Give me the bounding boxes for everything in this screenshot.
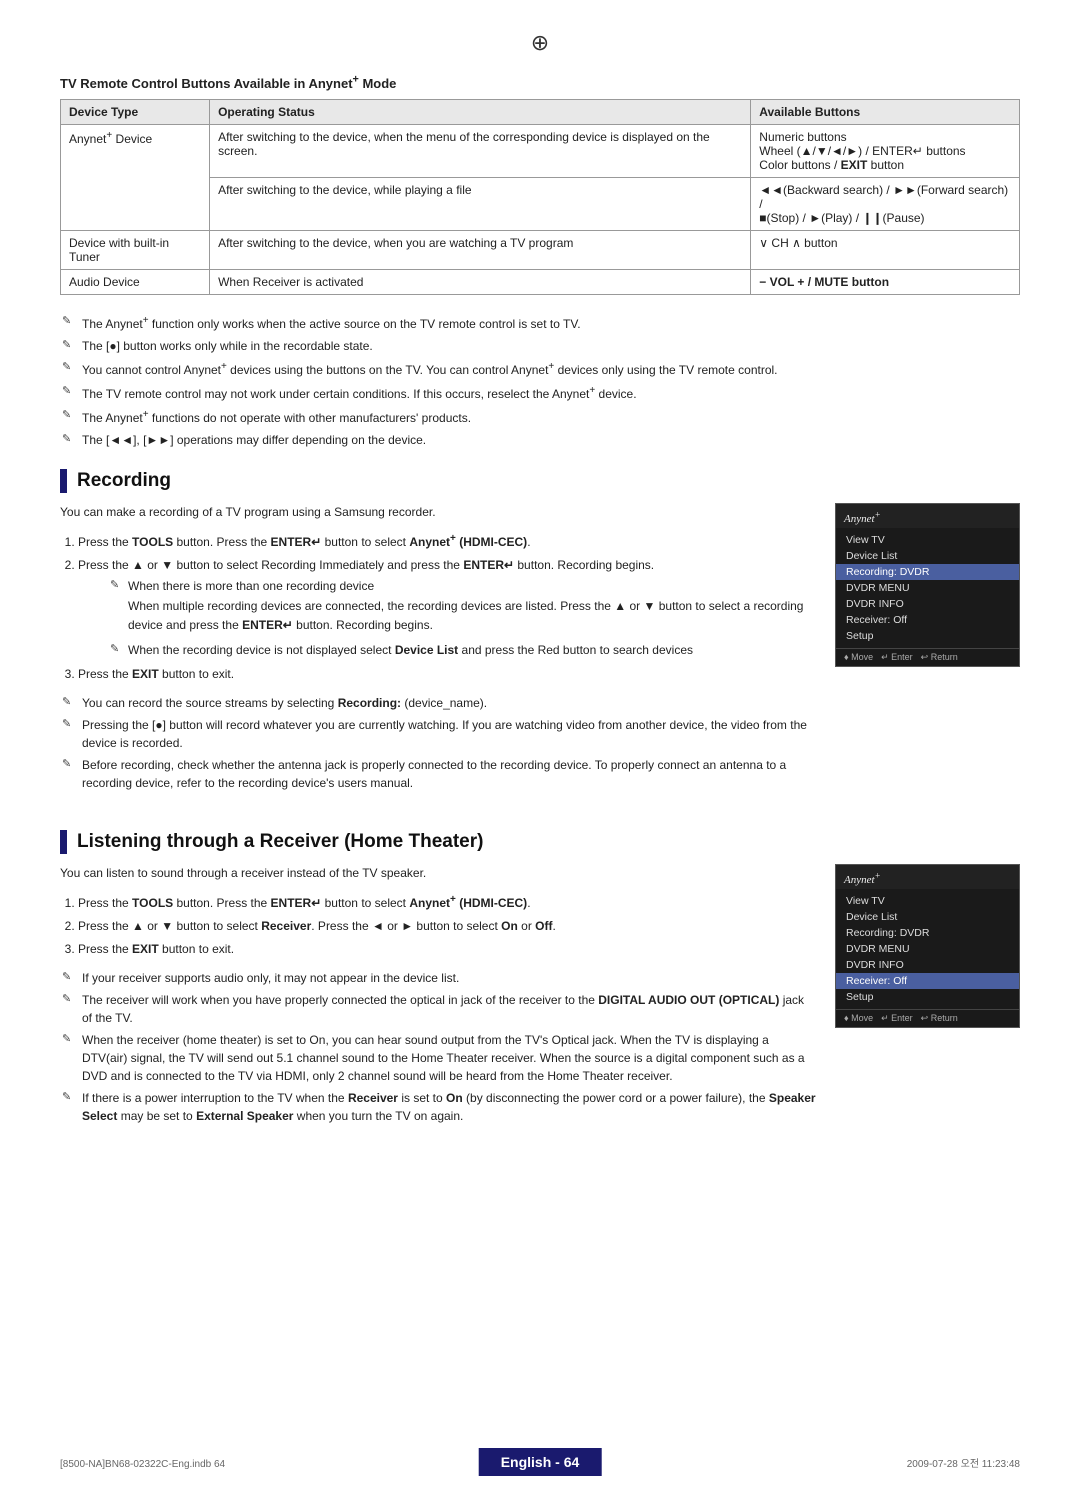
menu-footer-listening: ♦ Move ↵ Enter ↩ Return — [836, 1009, 1019, 1027]
note-item: The [●] button works only while in the r… — [60, 335, 1020, 357]
footer-move: ♦ Move — [844, 652, 873, 663]
note-item: The Anynet+ function only works when the… — [60, 311, 1020, 335]
recording-step-1: Press the TOOLS button. Press the ENTER↵… — [78, 531, 817, 552]
note-item: The Anynet+ functions do not operate wit… — [60, 405, 1020, 429]
footer-return-l: ↩ Return — [921, 1013, 958, 1024]
menu-item-receiver-off-l: Receiver: Off — [836, 973, 1019, 989]
table-row: Audio Device When Receiver is activated … — [61, 270, 1020, 295]
table-row: Anynet+ Device After switching to the de… — [61, 125, 1020, 178]
menu-item-recording-dvdr: Recording: DVDR — [836, 564, 1019, 580]
heading-bar — [60, 830, 67, 854]
note-item: The [◄◄], [►►] operations may differ dep… — [60, 429, 1020, 451]
menu-item-dvdr-menu-l: DVDR MENU — [836, 941, 1019, 957]
recording-content: You can make a recording of a TV program… — [60, 503, 1020, 812]
menu-item-recording-dvdr-l: Recording: DVDR — [836, 925, 1019, 941]
listening-step-1: Press the TOOLS button. Press the ENTER↵… — [78, 892, 817, 913]
recording-section-heading: Recording — [60, 469, 1020, 493]
menu-item-dvdr-info: DVDR INFO — [836, 596, 1019, 612]
menu-item-device-list: Device List — [836, 548, 1019, 564]
recording-menu: Anynet+ View TV Device List Recording: D… — [835, 503, 1020, 667]
footer-move-l: ♦ Move — [844, 1013, 873, 1024]
recording-sub-note-2: When the recording device is not display… — [108, 639, 817, 661]
recording-sub-note-1: When there is more than one recording de… — [108, 575, 817, 597]
note-item: Pressing the [●] button will record what… — [60, 714, 817, 754]
menu-footer-recording: ♦ Move ↵ Enter ↩ Return — [836, 648, 1019, 666]
footer-enter-l: ↵ Enter — [881, 1013, 913, 1024]
col-header-device-type: Device Type — [61, 100, 210, 125]
menu-item-device-list-l: Device List — [836, 909, 1019, 925]
recording-steps: Press the TOOLS button. Press the ENTER↵… — [78, 531, 817, 685]
menu-item-view-tv-l: View TV — [836, 893, 1019, 909]
recording-menu-items: View TV Device List Recording: DVDR DVDR… — [836, 528, 1019, 648]
listening-content: You can listen to sound through a receiv… — [60, 864, 1020, 1145]
listening-step-2: Press the ▲ or ▼ button to select Receiv… — [78, 917, 817, 936]
menu-item-setup: Setup — [836, 628, 1019, 644]
footer-return: ↩ Return — [921, 652, 958, 663]
heading-bar — [60, 469, 67, 493]
listening-post-notes: If your receiver supports audio only, it… — [60, 967, 817, 1127]
note-item: If there is a power interruption to the … — [60, 1087, 817, 1127]
device-audio: Audio Device — [61, 270, 210, 295]
note-item: The TV remote control may not work under… — [60, 381, 1020, 405]
listening-steps: Press the TOOLS button. Press the ENTER↵… — [78, 892, 817, 960]
recording-post-notes: You can record the source streams by sel… — [60, 692, 817, 794]
recording-intro: You can make a recording of a TV program… — [60, 503, 817, 522]
page: ⊕ TV Remote Control Buttons Available in… — [0, 0, 1080, 1488]
recording-step-2: Press the ▲ or ▼ button to select Record… — [78, 556, 817, 662]
recording-step-3: Press the EXIT button to exit. — [78, 665, 817, 684]
listening-text-col: You can listen to sound through a receiv… — [60, 864, 817, 1145]
col-header-operating-status: Operating Status — [210, 100, 751, 125]
footer-left: [8500-NA]BN68-02322C-Eng.indb 64 — [60, 1459, 225, 1470]
listening-menu: Anynet+ View TV Device List Recording: D… — [835, 864, 1020, 1028]
table-row: Device with built-in Tuner After switchi… — [61, 231, 1020, 270]
recording-menu-screenshot: Anynet+ View TV Device List Recording: D… — [835, 503, 1020, 667]
listening-intro: You can listen to sound through a receiv… — [60, 864, 817, 883]
menu-item-dvdr-info-l: DVDR INFO — [836, 957, 1019, 973]
buttons-ch: ∨ CH ∧ button — [751, 231, 1020, 270]
footer-center: English - 64 — [479, 1454, 602, 1470]
menu-logo: Anynet+ — [836, 504, 1019, 528]
listening-step-3: Press the EXIT button to exit. — [78, 940, 817, 959]
device-tuner: Device with built-in Tuner — [61, 231, 210, 270]
recording-heading-text: Recording — [77, 470, 171, 492]
listening-heading-text: Listening through a Receiver (Home Theat… — [77, 831, 483, 853]
footer-enter: ↵ Enter — [881, 652, 913, 663]
recording-text-col: You can make a recording of a TV program… — [60, 503, 817, 812]
remote-control-table: Device Type Operating Status Available B… — [60, 99, 1020, 295]
status-receiver-activated: When Receiver is activated — [210, 270, 751, 295]
table-section-title: TV Remote Control Buttons Available in A… — [60, 74, 1020, 91]
note-item: Before recording, check whether the ante… — [60, 754, 817, 794]
status-playing-file: After switching to the device, while pla… — [210, 178, 751, 231]
buttons-numeric: Numeric buttons Wheel (▲/▼/◄/►) / ENTER↵… — [751, 125, 1020, 178]
table-notes: The Anynet+ function only works when the… — [60, 311, 1020, 451]
note-item: When the receiver (home theater) is set … — [60, 1029, 817, 1087]
english-badge: English - 64 — [479, 1448, 602, 1476]
menu-item-dvdr-menu: DVDR MENU — [836, 580, 1019, 596]
note-item: You cannot control Anynet+ devices using… — [60, 357, 1020, 381]
menu-item-setup-l: Setup — [836, 989, 1019, 1005]
listening-menu-items: View TV Device List Recording: DVDR DVDR… — [836, 889, 1019, 1009]
note-item: You can record the source streams by sel… — [60, 692, 817, 714]
footer-right: 2009-07-28 오전 11:23:48 — [907, 1455, 1020, 1470]
note-item: The receiver will work when you have pro… — [60, 989, 817, 1029]
top-compass-icon: ⊕ — [60, 30, 1020, 56]
note-item: If your receiver supports audio only, it… — [60, 967, 817, 989]
status-menu-displayed: After switching to the device, when the … — [210, 125, 751, 178]
col-header-available-buttons: Available Buttons — [751, 100, 1020, 125]
buttons-vol-mute: − VOL + / MUTE button — [751, 270, 1020, 295]
device-anynet: Anynet+ Device — [61, 125, 210, 231]
recording-sub-para: When multiple recording devices are conn… — [128, 597, 817, 635]
listening-menu-screenshot: Anynet+ View TV Device List Recording: D… — [835, 864, 1020, 1028]
menu-item-receiver-off: Receiver: Off — [836, 612, 1019, 628]
menu-logo-listening: Anynet+ — [836, 865, 1019, 889]
status-watching-tv: After switching to the device, when you … — [210, 231, 751, 270]
listening-section-heading: Listening through a Receiver (Home Theat… — [60, 830, 1020, 854]
buttons-playback: ◄◄(Backward search) / ►►(Forward search)… — [751, 178, 1020, 231]
menu-item-view-tv: View TV — [836, 532, 1019, 548]
